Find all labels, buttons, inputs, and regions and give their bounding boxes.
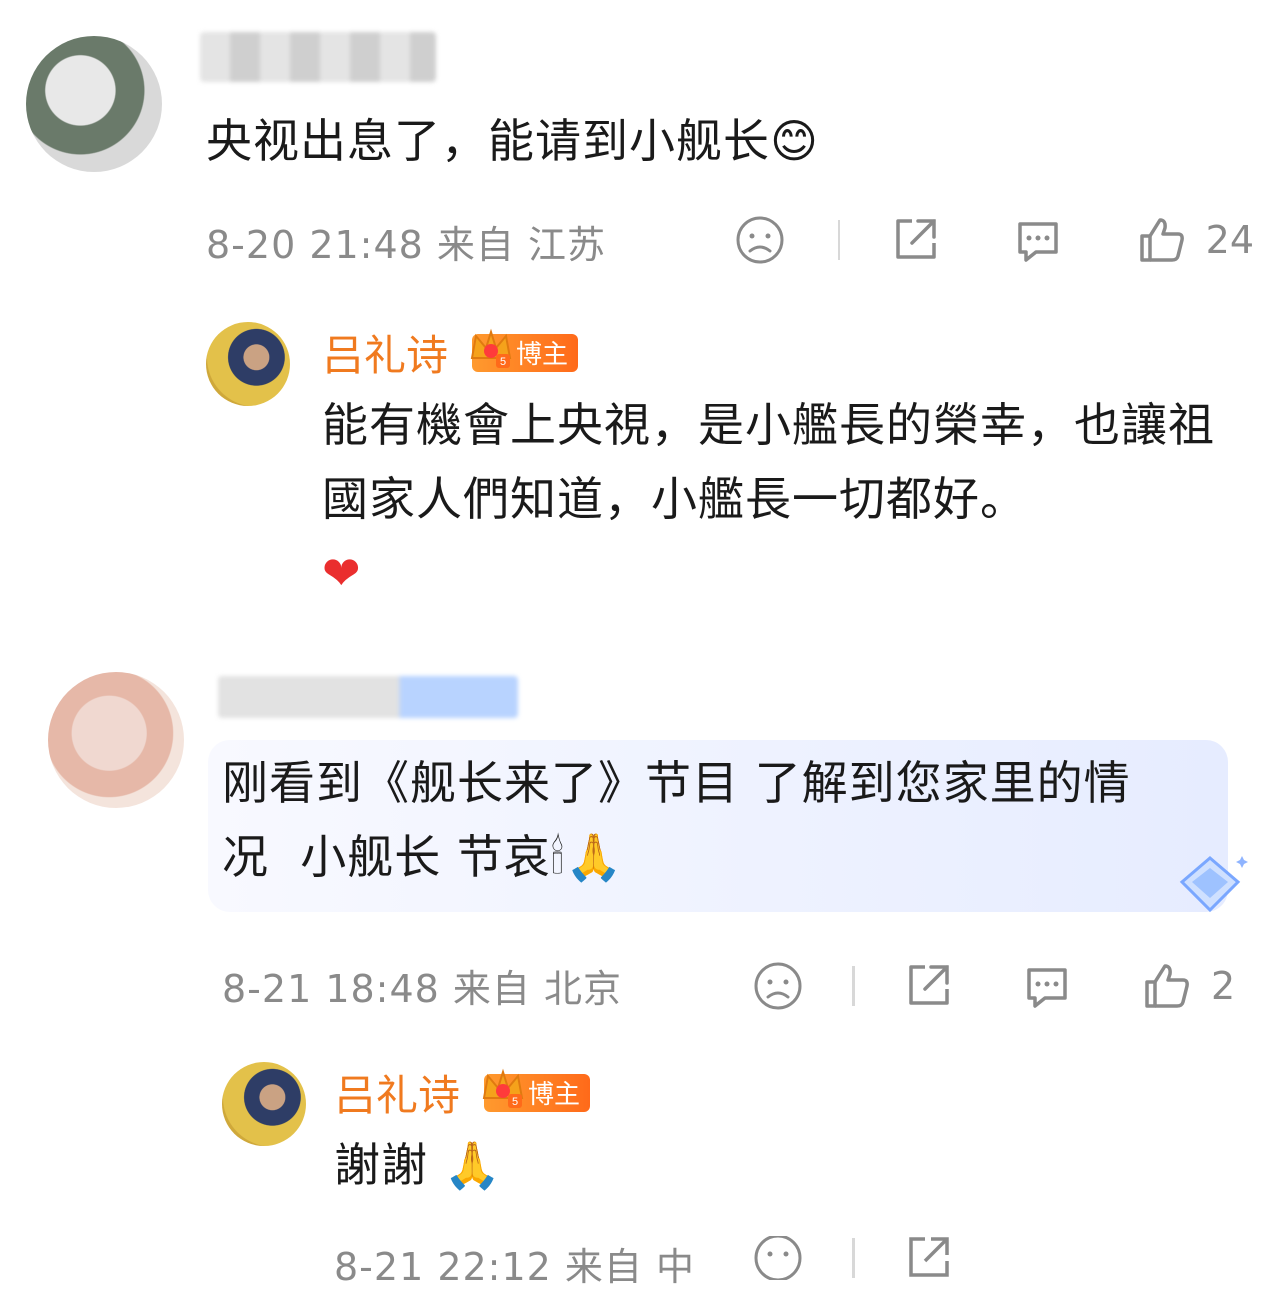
comment-2-actions: 2 — [752, 956, 1252, 1016]
commenter-2-avatar[interactable] — [48, 672, 184, 808]
dislike-icon[interactable] — [752, 1236, 804, 1280]
reply-2-header: 吕礼诗 5 博主 — [334, 1062, 591, 1123]
share-icon[interactable] — [903, 1236, 953, 1280]
reply-2-meta: 8-21 22:12 来自 中 — [334, 1245, 695, 1289]
commenter-1-name-blurred[interactable] — [200, 32, 436, 82]
blogger-avatar[interactable] — [206, 322, 290, 406]
actions-divider — [852, 966, 855, 1006]
blogger-avatar[interactable] — [222, 1062, 306, 1146]
svg-text:5: 5 — [500, 356, 506, 368]
crown-icon: 5 — [482, 1068, 524, 1108]
like-icon[interactable] — [1136, 214, 1188, 266]
reply-2-text: 謝謝 🙏 — [334, 1138, 502, 1192]
comment-1-like-count: 24 — [1205, 218, 1254, 262]
diamond-decoration-icon — [1168, 852, 1252, 916]
blogger-name[interactable]: 吕礼诗 — [334, 1062, 460, 1123]
comment-2-meta: 8-21 18:48 来自 北京 — [222, 967, 622, 1011]
commenter-2-name-blurred[interactable] — [218, 676, 518, 718]
svg-text:5: 5 — [512, 1096, 518, 1108]
share-icon[interactable] — [890, 215, 940, 265]
comment-1-meta: 8-20 21:48 来自 江苏 — [206, 223, 606, 267]
dislike-icon[interactable] — [734, 214, 786, 266]
reply-1-text: 能有機會上央視，是小艦長的榮幸，也讓祖國家人們知道，小艦長一切都好。 ❤ — [322, 398, 1215, 600]
blogger-name[interactable]: 吕礼诗 — [322, 322, 448, 383]
comment-2-like-count: 2 — [1211, 964, 1236, 1008]
share-icon[interactable] — [903, 961, 953, 1011]
actions-divider — [852, 1238, 855, 1278]
crown-icon: 5 — [470, 328, 512, 368]
reply-2-actions-partial — [752, 1236, 1252, 1280]
heart-emoji: ❤ — [322, 546, 362, 600]
comment-icon[interactable] — [1021, 960, 1073, 1012]
dislike-icon[interactable] — [752, 960, 804, 1012]
blogger-badge: 5 博主 — [470, 328, 579, 372]
comment-2-text: 刚看到《舰长来了》节目 了解到您家里的情 况 小舰长 节哀🕯🙏 — [222, 756, 1131, 884]
comment-1-text: 央视出息了，能请到小舰长😊 — [206, 114, 819, 168]
comment-1-actions: 24 — [734, 210, 1254, 270]
actions-divider — [838, 220, 840, 260]
commenter-1-avatar[interactable] — [26, 36, 162, 172]
pray-emoji: 🙏 — [443, 1138, 502, 1192]
blush-emoji: 😊 — [770, 114, 819, 168]
reply-1-header: 吕礼诗 5 博主 — [322, 322, 579, 383]
like-icon[interactable] — [1141, 960, 1193, 1012]
comment-icon[interactable] — [1012, 214, 1064, 266]
blogger-badge: 5 博主 — [482, 1068, 591, 1112]
candle-pray-emoji: 🕯🙏 — [550, 830, 624, 884]
